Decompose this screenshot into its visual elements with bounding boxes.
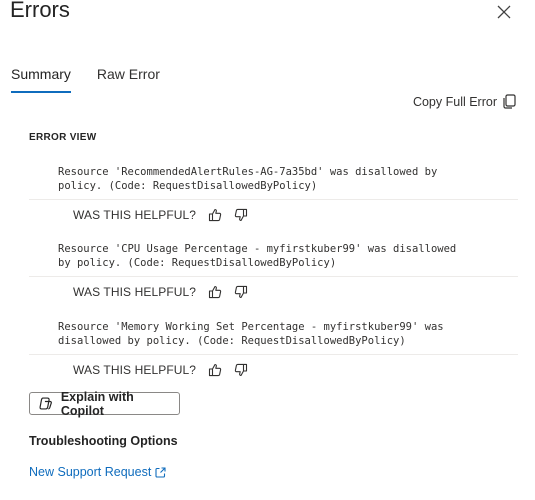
- error-message: Resource 'RecommendedAlertRules-AG-7a35b…: [58, 166, 438, 192]
- helpful-label: WAS THIS HELPFUL?: [73, 207, 197, 222]
- panel-title: Errors: [10, 0, 70, 22]
- new-support-request-label: New Support Request: [29, 465, 152, 479]
- thumbs-up-icon: [209, 363, 222, 376]
- error-item: Resource 'Memory Working Set Percentage …: [29, 320, 518, 384]
- new-support-request-link[interactable]: New Support Request: [29, 465, 166, 479]
- thumbs-up-button[interactable]: [206, 206, 224, 224]
- helpful-label: WAS THIS HELPFUL?: [73, 362, 197, 377]
- feedback-row: WAS THIS HELPFUL?: [29, 354, 518, 384]
- explain-with-copilot-label: Explain with Copilot: [60, 389, 134, 418]
- thumbs-down-icon: [234, 208, 248, 221]
- error-message: Resource 'CPU Usage Percentage - myfirst…: [58, 243, 457, 269]
- thumbs-down-button[interactable]: [232, 206, 250, 224]
- copy-icon: [503, 94, 516, 109]
- thumbs-up-button[interactable]: [206, 283, 224, 301]
- copy-full-error-label: Copy Full Error: [412, 94, 497, 109]
- close-icon: [497, 5, 511, 19]
- copy-full-error-button[interactable]: Copy Full Error: [413, 94, 516, 109]
- error-message: Resource 'Memory Working Set Percentage …: [58, 321, 444, 347]
- thumbs-up-button[interactable]: [206, 361, 224, 379]
- tab-summary[interactable]: Summary: [11, 64, 71, 93]
- close-button[interactable]: [494, 2, 514, 22]
- error-item: Resource 'RecommendedAlertRules-AG-7a35b…: [29, 165, 518, 229]
- external-link-icon: [155, 466, 166, 478]
- feedback-row: WAS THIS HELPFUL?: [29, 276, 518, 306]
- tab-raw-error[interactable]: Raw Error: [97, 64, 160, 93]
- tab-list: Summary Raw Error: [11, 64, 160, 93]
- feedback-row: WAS THIS HELPFUL?: [29, 199, 518, 229]
- thumbs-up-icon: [209, 208, 222, 221]
- troubleshooting-heading: Troubleshooting Options: [29, 434, 178, 448]
- thumbs-down-icon: [234, 363, 248, 376]
- thumbs-down-button[interactable]: [232, 361, 250, 379]
- error-view-label: ERROR VIEW: [29, 132, 97, 143]
- explain-with-copilot-button[interactable]: Explain with Copilot: [29, 389, 180, 418]
- thumbs-up-icon: [209, 285, 222, 298]
- thumbs-down-button[interactable]: [232, 283, 250, 301]
- thumbs-down-icon: [234, 285, 248, 298]
- error-item: Resource 'CPU Usage Percentage - myfirst…: [29, 242, 518, 306]
- helpful-label: WAS THIS HELPFUL?: [73, 284, 197, 299]
- copilot-icon: [39, 397, 52, 410]
